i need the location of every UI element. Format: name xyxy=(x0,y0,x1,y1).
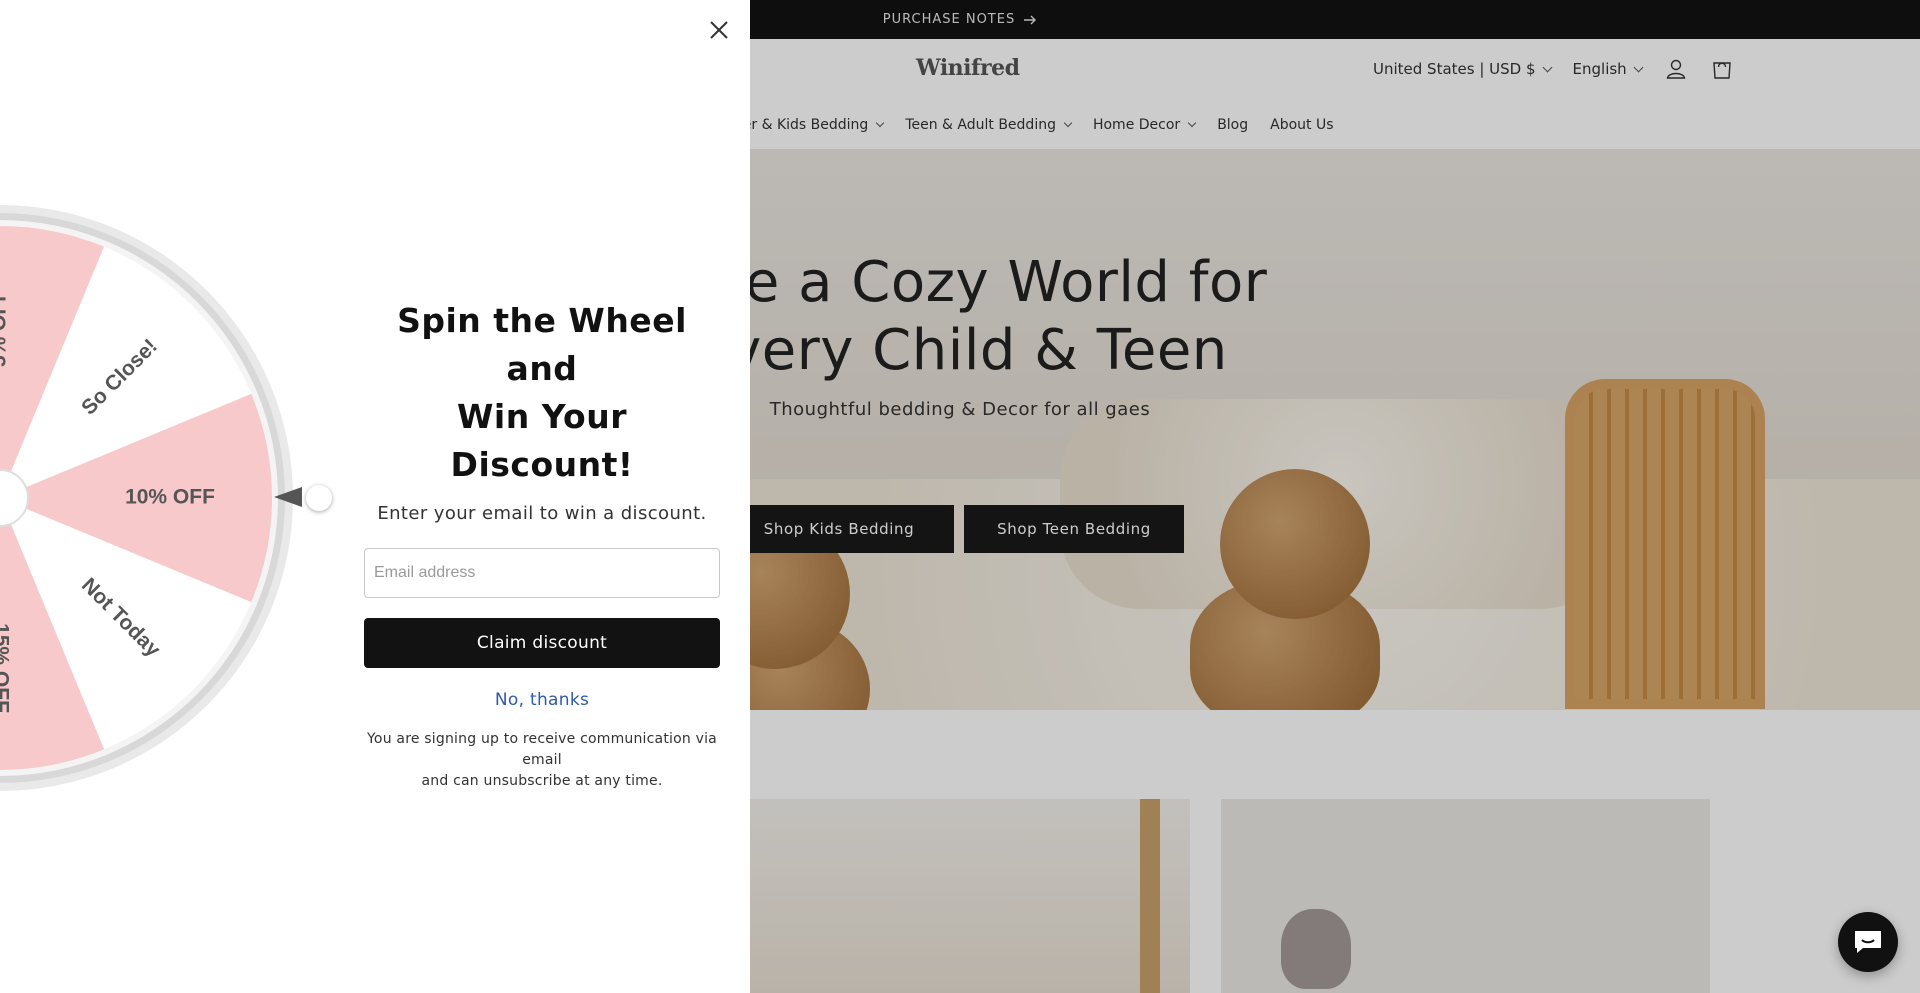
claim-discount-button[interactable]: Claim discount xyxy=(364,618,720,668)
no-thanks-link[interactable]: No, thanks xyxy=(495,690,589,710)
popup-title: Spin the Wheel and Win Your Discount! xyxy=(364,297,720,489)
discount-form: Spin the Wheel and Win Your Discount! En… xyxy=(364,297,720,792)
wheel-pointer-knob xyxy=(306,485,332,511)
wheel-segment-label: 15% OFF xyxy=(0,623,12,713)
wheel-segment-label: 10% OFF xyxy=(125,486,215,509)
email-field[interactable] xyxy=(364,548,720,598)
prize-wheel[interactable]: Try Again5% OFFSo Close!10% OFFNot Today… xyxy=(0,203,295,793)
spin-wheel-popup: Try Again5% OFFSo Close!10% OFFNot Today… xyxy=(0,0,750,993)
wheel-pointer-icon xyxy=(274,487,302,507)
disclaimer-line: You are signing up to receive communicat… xyxy=(367,731,717,768)
wheel-segment-label: 5% OFF xyxy=(0,289,11,367)
disclaimer-line: and can unsubscribe at any time. xyxy=(421,773,663,789)
popup-title-line: Spin the Wheel and xyxy=(397,301,687,388)
popup-title-line: Win Your Discount! xyxy=(450,397,634,484)
popup-subtitle: Enter your email to win a discount. xyxy=(377,503,707,524)
close-icon[interactable] xyxy=(706,17,732,43)
consent-disclaimer: You are signing up to receive communicat… xyxy=(364,729,720,792)
prize-wheel-graphic: Try Again5% OFFSo Close!10% OFFNot Today… xyxy=(0,205,293,791)
chat-bubble-icon[interactable] xyxy=(1838,912,1898,972)
